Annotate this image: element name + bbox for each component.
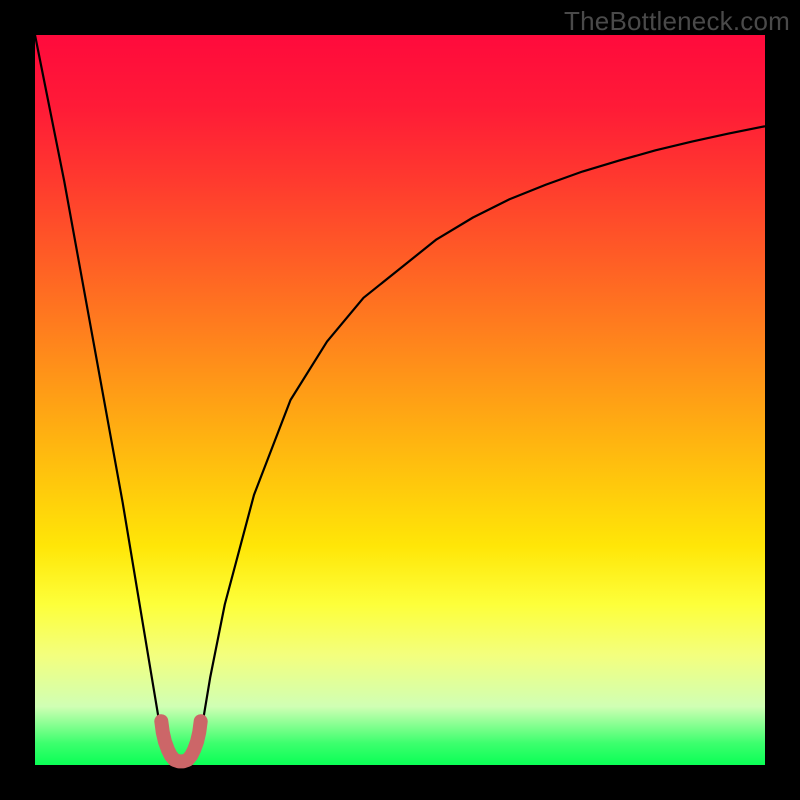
min-marker: [161, 721, 200, 761]
chart-plot-area: [35, 35, 765, 765]
bottleneck-curve: [35, 35, 765, 765]
watermark-text: TheBottleneck.com: [564, 6, 790, 37]
chart-svg: [35, 35, 765, 765]
chart-frame: TheBottleneck.com: [0, 0, 800, 800]
